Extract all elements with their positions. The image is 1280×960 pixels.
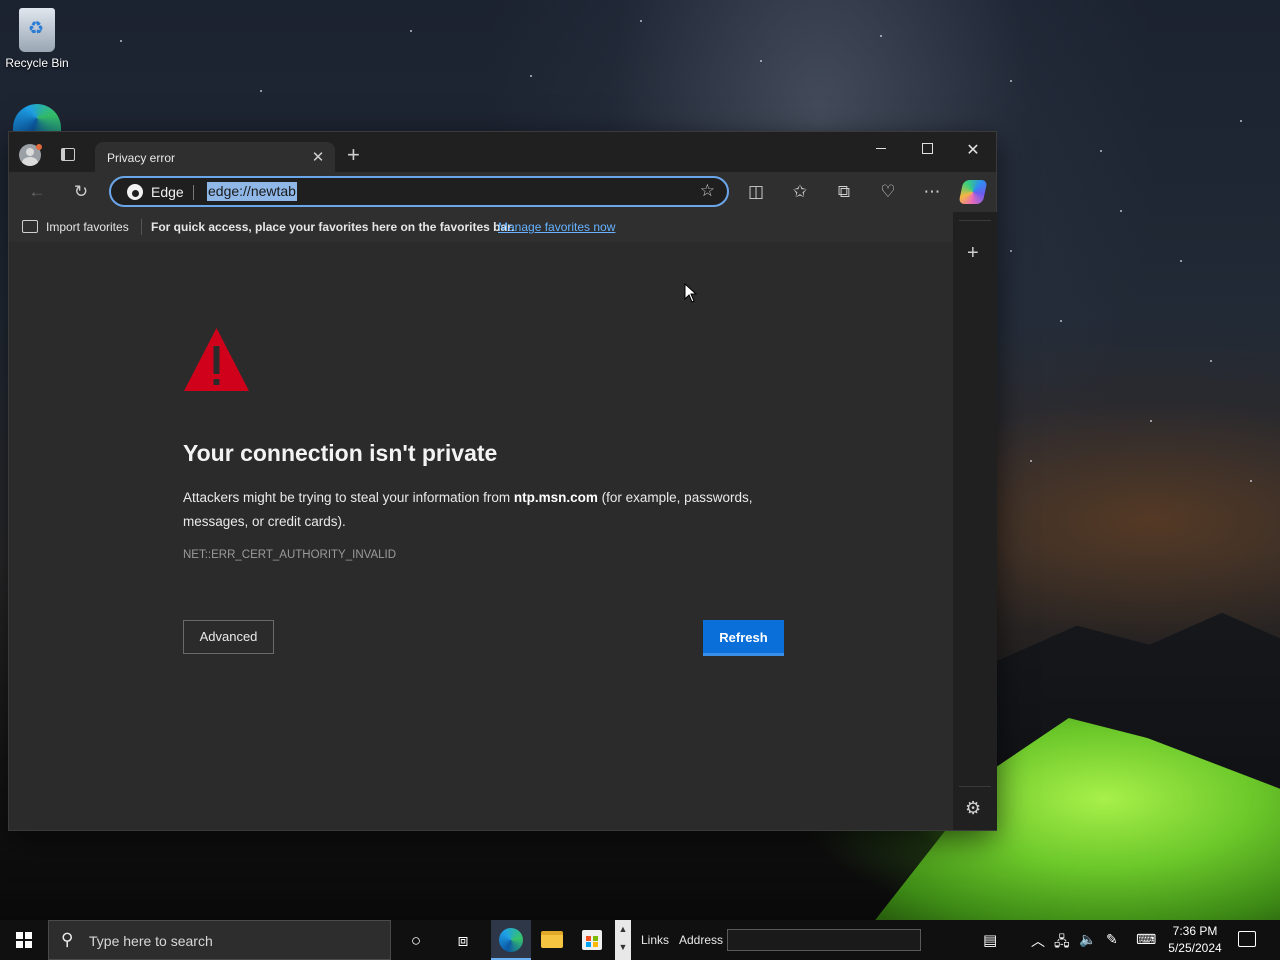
address-bar[interactable]: Edge edge://newtab ☆	[109, 176, 729, 207]
error-description-pre: Attackers might be trying to steal your …	[183, 490, 514, 505]
file-explorer-icon[interactable]	[541, 931, 563, 948]
system-clock[interactable]: 7:36 PM 5/25/2024	[1163, 923, 1227, 957]
sidebar-divider	[959, 220, 991, 221]
clock-time: 7:36 PM	[1172, 924, 1218, 938]
close-window-button[interactable]: ✕	[953, 140, 993, 160]
tab-title: Privacy error	[107, 151, 176, 165]
recycle-bin-icon	[19, 8, 55, 52]
search-placeholder: Type here to search	[89, 933, 213, 949]
microsoft-store-icon[interactable]	[582, 930, 602, 950]
error-title: Your connection isn't private	[183, 440, 498, 466]
refresh-icon[interactable]: ↻	[70, 181, 92, 203]
favorites-bar: Import favorites For quick access, place…	[9, 212, 996, 242]
more-icon[interactable]: ⋯	[921, 181, 943, 203]
manage-favorites-link[interactable]: Manage favorites now	[498, 220, 615, 234]
back-icon[interactable]: ←	[26, 181, 48, 203]
desktop-icon-label: Recycle Bin	[5, 56, 69, 70]
taskbar-search-box[interactable]: ⚲ Type here to search	[48, 920, 391, 960]
copilot-icon[interactable]	[958, 180, 988, 204]
task-view-icon[interactable]: ⧈	[452, 930, 474, 952]
edge-taskbar-icon	[499, 928, 523, 952]
sidebar-add-icon[interactable]: +	[967, 242, 979, 265]
address-url-input[interactable]: edge://newtab	[207, 182, 297, 201]
refresh-button[interactable]: Refresh	[703, 620, 784, 656]
collections-icon[interactable]: ⧉	[833, 181, 855, 203]
new-tab-icon[interactable]: +	[347, 144, 360, 166]
edge-desktop-icon	[13, 104, 61, 132]
cortana-icon[interactable]: ○	[405, 930, 427, 952]
tab-close-icon[interactable]: ✕	[309, 148, 327, 166]
error-domain: ntp.msn.com	[513, 490, 598, 505]
address-separator	[193, 185, 194, 200]
toolbar-scroll-arrows[interactable]: ▲ ▼	[615, 920, 631, 960]
sidebar-settings-icon[interactable]: ⚙	[965, 798, 981, 819]
profile-status-dot	[36, 144, 42, 150]
browser-essentials-icon[interactable]: ♡	[877, 181, 899, 203]
taskbar-address-input[interactable]	[727, 929, 921, 951]
show-hidden-icons-icon[interactable]: ︿	[1031, 931, 1045, 951]
split-screen-icon[interactable]: ◫	[745, 181, 767, 203]
favorite-star-icon[interactable]: ☆	[700, 181, 715, 201]
edge-browser-window: Privacy error ✕ + ✕ ← ↻ Edge edge://newt…	[8, 131, 997, 831]
touch-keyboard-news-icon[interactable]: ▤	[983, 931, 997, 949]
clock-date: 5/25/2024	[1168, 941, 1222, 955]
favorites-icon[interactable]: ✩	[789, 181, 811, 203]
notifications-icon[interactable]	[1238, 931, 1256, 947]
address-toolbar-label: Address	[679, 933, 724, 947]
volume-icon[interactable]: 🔈	[1079, 931, 1096, 948]
tab-privacy-error[interactable]: Privacy error ✕	[95, 142, 335, 173]
title-bar: Privacy error ✕ + ✕	[9, 132, 996, 173]
advanced-button[interactable]: Advanced	[183, 620, 274, 654]
error-code: NET::ERR_CERT_AUTHORITY_INVALID	[183, 549, 397, 561]
error-page: Your connection isn't private Attackers …	[9, 242, 953, 830]
edge-logo-icon	[127, 184, 143, 200]
keyboard-icon[interactable]: ⌨	[1136, 931, 1156, 948]
desktop-icon-edge[interactable]	[0, 104, 74, 132]
minimize-button[interactable]	[861, 140, 901, 160]
warning-icon	[184, 328, 249, 391]
pen-icon[interactable]: ✎	[1106, 931, 1118, 948]
error-description: Attackers might be trying to steal your …	[183, 486, 803, 534]
search-icon: ⚲	[61, 930, 74, 949]
import-favorites-button[interactable]: Import favorites	[46, 220, 129, 234]
mouse-cursor-icon	[684, 283, 698, 303]
tab-actions-icon[interactable]	[61, 148, 75, 161]
favorites-separator	[141, 219, 142, 235]
maximize-button[interactable]	[907, 140, 947, 160]
edge-sidebar: + ⚙	[953, 212, 997, 830]
start-windows-icon[interactable]	[16, 932, 32, 948]
desktop-icon-recycle-bin[interactable]: Recycle Bin	[0, 8, 74, 70]
sidebar-divider	[959, 786, 991, 787]
browser-toolbar: ← ↻ Edge edge://newtab ☆ ◫ ✩ ⧉ ♡ ⋯	[9, 172, 996, 212]
address-brand-label: Edge	[151, 184, 184, 200]
favorites-bar-message: For quick access, place your favorites h…	[151, 220, 515, 234]
links-toolbar-label[interactable]: Links	[641, 933, 669, 947]
network-icon[interactable]: 🖧	[1054, 931, 1070, 955]
import-favorites-icon[interactable]	[22, 220, 38, 233]
taskbar: ⚲ Type here to search ○ ⧈ ▲ ▼ Links Addre…	[0, 920, 1280, 960]
